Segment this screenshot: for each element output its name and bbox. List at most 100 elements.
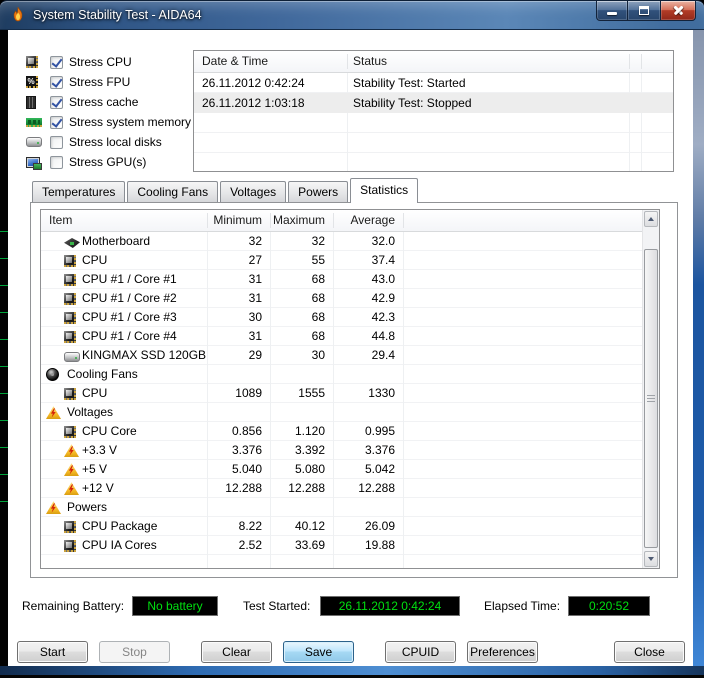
stats-row-voltages[interactable]: Voltages xyxy=(41,403,642,422)
button-label: Preferences xyxy=(470,645,535,659)
minimize-button[interactable] xyxy=(596,1,628,21)
disk-drive-icon xyxy=(64,352,80,362)
column-item[interactable]: Item xyxy=(49,210,72,231)
statistics-table[interactable]: Item Minimum Maximum Average Motherboard… xyxy=(40,209,660,569)
maximize-button[interactable] xyxy=(628,1,660,21)
checkbox[interactable] xyxy=(50,75,63,89)
stats-row-12-v[interactable]: +12 V 12.288 12.288 12.288 xyxy=(41,479,642,498)
log-column-datetime[interactable]: Date & Time xyxy=(202,51,268,72)
stats-average: 19.88 xyxy=(364,538,395,552)
elapsed-time-label: Elapsed Time: xyxy=(484,599,561,613)
stats-row-cpu[interactable]: CPU 1089 1555 1330 xyxy=(41,384,642,403)
title-bar[interactable]: System Stability Test - AIDA64 xyxy=(0,0,704,30)
checkbox[interactable] xyxy=(50,135,63,149)
stress-option-stress-cpu: Stress CPU xyxy=(26,52,191,72)
tab-temperatures[interactable]: Temperatures xyxy=(32,181,126,202)
stats-item-label: CPU #1 / Core #4 xyxy=(82,329,177,343)
checkbox[interactable] xyxy=(50,115,63,129)
stats-row-3-3-v[interactable]: +3.3 V 3.376 3.392 3.376 xyxy=(41,441,642,460)
dialog-button-row: Start Stop Clear Save CPUID Preferences Close xyxy=(8,641,693,663)
stats-row-cpu-1-core-2[interactable]: CPU #1 / Core #2 31 68 42.9 xyxy=(41,289,642,308)
log-row[interactable]: 26.11.2012 1:03:18 Stability Test: Stopp… xyxy=(194,93,673,113)
warning-icon xyxy=(64,482,79,495)
scroll-down-button[interactable] xyxy=(644,551,658,567)
stats-item-label: CPU IA Cores xyxy=(82,538,157,552)
button-stop[interactable]: Stop xyxy=(99,641,170,663)
tab-label: Temperatures xyxy=(42,185,116,199)
stats-row-cooling-fans[interactable]: Cooling Fans xyxy=(41,365,642,384)
column-separator[interactable] xyxy=(641,54,642,69)
arrow-down-icon xyxy=(648,557,654,561)
stats-row-cpu-1-core-1[interactable]: CPU #1 / Core #1 31 68 43.0 xyxy=(41,270,642,289)
button-start[interactable]: Start xyxy=(17,641,88,663)
vertical-scrollbar[interactable] xyxy=(642,210,659,568)
event-log-list[interactable]: Date & Time Status 26.11.2012 0:42:24 St… xyxy=(193,50,674,172)
stats-minimum: 31 xyxy=(248,291,262,305)
column-minimum[interactable]: Minimum xyxy=(207,210,270,231)
stats-maximum: 40.12 xyxy=(294,519,325,533)
log-column-status[interactable]: Status xyxy=(353,51,387,72)
close-button[interactable] xyxy=(660,1,696,21)
stats-row-motherboard[interactable]: Motherboard 32 32 32.0 xyxy=(41,232,642,251)
button-close[interactable]: Close xyxy=(614,641,685,663)
cpu-chip-icon xyxy=(64,274,76,286)
button-preferences[interactable]: Preferences xyxy=(467,641,538,663)
checkbox[interactable] xyxy=(50,155,63,169)
stats-average: 42.9 xyxy=(371,291,395,305)
column-average[interactable]: Average xyxy=(333,210,403,231)
stats-item-label: +12 V xyxy=(82,481,114,495)
button-label: Save xyxy=(304,645,333,659)
stats-row-cpu-core[interactable]: CPU Core 0.856 1.120 0.995 xyxy=(41,422,642,441)
stats-item-label: CPU xyxy=(82,386,108,400)
stats-item-label: CPU Package xyxy=(82,519,158,533)
remaining-battery-label: Remaining Battery: xyxy=(22,599,125,613)
tab-powers[interactable]: Powers xyxy=(288,181,349,202)
memory-module-icon xyxy=(26,117,42,127)
button-clear[interactable]: Clear xyxy=(201,641,272,663)
stats-average: 3.376 xyxy=(364,443,395,457)
stats-maximum: 5.080 xyxy=(294,462,325,476)
stats-item-label: Voltages xyxy=(67,405,114,419)
stats-row-5-v[interactable]: +5 V 5.040 5.080 5.042 xyxy=(41,460,642,479)
checkbox[interactable] xyxy=(50,95,63,109)
stats-row-cpu-1-core-3[interactable]: CPU #1 / Core #3 30 68 42.3 xyxy=(41,308,642,327)
scroll-up-button[interactable] xyxy=(644,211,658,227)
button-label: Stop xyxy=(122,645,147,659)
fan-icon xyxy=(46,368,59,381)
tab-cooling-fans[interactable]: Cooling Fans xyxy=(127,181,219,202)
stats-minimum: 5.040 xyxy=(231,462,262,476)
column-maximum[interactable]: Maximum xyxy=(270,210,333,231)
close-icon xyxy=(673,5,684,16)
column-separator[interactable] xyxy=(629,54,630,69)
stats-row-cpu-ia-cores[interactable]: CPU IA Cores 2.52 33.69 19.88 xyxy=(41,536,642,555)
stats-maximum: 30 xyxy=(311,348,325,362)
checkbox[interactable] xyxy=(50,55,63,69)
stats-item-label: CPU xyxy=(82,253,108,267)
log-row[interactable]: 26.11.2012 0:42:24 Stability Test: Start… xyxy=(194,73,673,93)
stats-average: 44.8 xyxy=(371,329,395,343)
button-label: Start xyxy=(39,645,66,659)
cpu-chip-icon xyxy=(64,426,76,438)
tab-voltages[interactable]: Voltages xyxy=(220,181,287,202)
stats-row-kingmax-ssd-120gb[interactable]: KINGMAX SSD 120GB 29 30 29.4 xyxy=(41,346,642,365)
button-cpuid[interactable]: CPUID xyxy=(385,641,456,663)
option-label: Stress cache xyxy=(69,95,139,109)
column-separator[interactable] xyxy=(207,213,208,228)
stats-row-cpu-package[interactable]: CPU Package 8.22 40.12 26.09 xyxy=(41,517,642,536)
stats-item-label: CPU #1 / Core #2 xyxy=(82,291,177,305)
column-separator[interactable] xyxy=(333,213,334,228)
scrollbar-thumb[interactable] xyxy=(644,249,658,548)
stats-row-cpu[interactable]: CPU 27 55 37.4 xyxy=(41,251,642,270)
stats-maximum: 12.288 xyxy=(288,481,325,495)
stats-row-cpu-1-core-4[interactable]: CPU #1 / Core #4 31 68 44.8 xyxy=(41,327,642,346)
column-separator[interactable] xyxy=(403,213,404,228)
column-separator[interactable] xyxy=(270,213,271,228)
tab-strip: Temperatures Cooling Fans Voltages Powers St… xyxy=(32,178,420,203)
dialog-client-area: Stress CPU Stress FPU Stress cache Stres… xyxy=(8,30,693,666)
stats-minimum: 29 xyxy=(248,348,262,362)
cpu-chip-icon xyxy=(64,312,76,324)
tab-statistics[interactable]: Statistics xyxy=(350,178,419,203)
button-save[interactable]: Save xyxy=(283,641,354,663)
stats-row-powers[interactable]: Powers xyxy=(41,498,642,517)
column-separator[interactable] xyxy=(347,54,348,69)
